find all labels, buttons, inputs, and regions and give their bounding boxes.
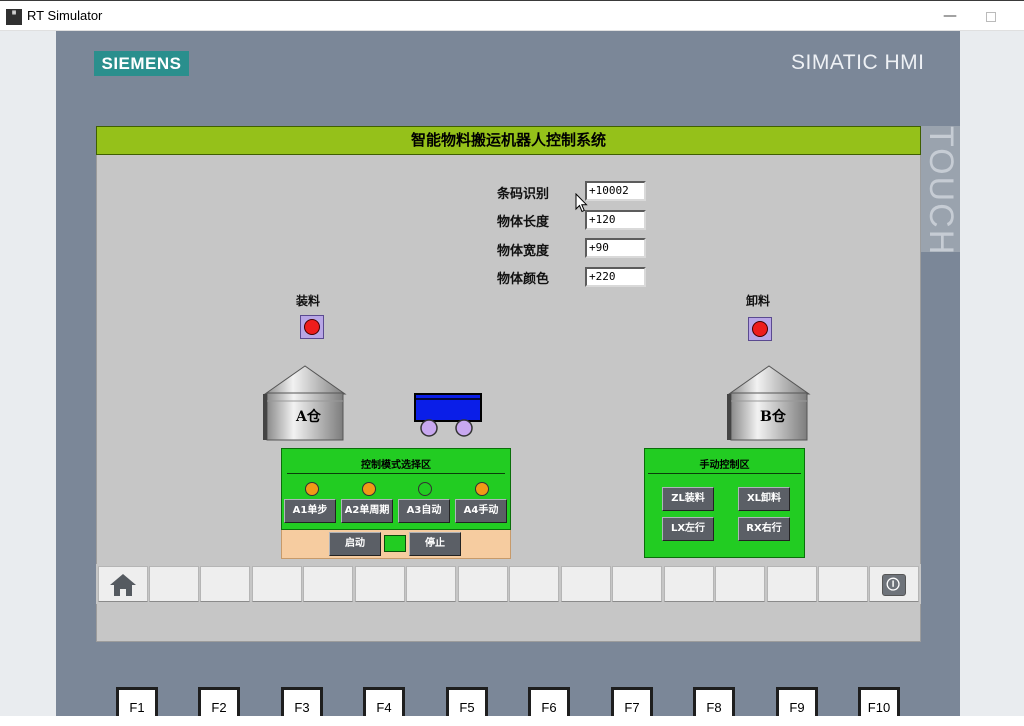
softkey-12[interactable]	[664, 566, 714, 602]
a3-auto-button[interactable]: A3自动	[398, 499, 450, 523]
softkey-4[interactable]	[252, 566, 302, 602]
function-key-f7[interactable]: F7	[611, 687, 653, 716]
mode-lamp-a2	[362, 482, 376, 496]
barcode-field[interactable]: +10002	[585, 181, 646, 201]
function-key-f3[interactable]: F3	[281, 687, 323, 716]
transport-cart-icon	[414, 393, 482, 437]
silo-a-label: A仓	[296, 409, 321, 425]
length-field[interactable]: +120	[585, 210, 646, 230]
a1-single-step-button[interactable]: A1单步	[284, 499, 336, 523]
softkey-3[interactable]	[200, 566, 250, 602]
power-icon	[882, 574, 906, 596]
minimize-button[interactable]: —	[936, 8, 964, 26]
load-indicator	[300, 315, 324, 339]
softkey-11[interactable]	[612, 566, 662, 602]
function-key-f8[interactable]: F8	[693, 687, 735, 716]
home-icon	[110, 574, 136, 596]
softkey-5[interactable]	[303, 566, 353, 602]
touch-label: TOUCH	[922, 126, 960, 257]
control-mode-divider	[287, 473, 505, 474]
manual-control-divider	[648, 473, 801, 474]
function-key-f2[interactable]: F2	[198, 687, 240, 716]
softkey-9[interactable]	[509, 566, 559, 602]
a2-single-cycle-button[interactable]: A2单周期	[341, 499, 393, 523]
panel-bezel-left	[0, 31, 56, 716]
rx-move-right-button[interactable]: RX右行	[738, 517, 790, 541]
unload-lamp-label: 卸料	[746, 294, 771, 308]
panel-bezel-right	[960, 31, 1024, 716]
power-softkey[interactable]	[869, 566, 919, 602]
mode-lamp-a3	[418, 482, 432, 496]
softkey-13[interactable]	[715, 566, 765, 602]
softkey-2[interactable]	[149, 566, 199, 602]
function-key-f1[interactable]: F1	[116, 687, 158, 716]
width-label: 物体宽度	[497, 244, 550, 259]
simatic-hmi-label: SIMATIC HMI	[791, 51, 925, 74]
mouse-cursor-icon	[575, 193, 588, 213]
a4-manual-button[interactable]: A4手动	[455, 499, 507, 523]
silo-a-icon	[263, 365, 347, 441]
app-icon: ▦	[6, 9, 22, 25]
color-label: 物体颜色	[497, 272, 550, 287]
softkey-14[interactable]	[767, 566, 817, 602]
run-status-indicator	[384, 535, 406, 552]
window-titlebar: ▦ RT Simulator —	[0, 0, 1024, 31]
maximize-button[interactable]	[986, 12, 996, 22]
mode-lamp-a4	[475, 482, 489, 496]
width-field[interactable]: +90	[585, 238, 646, 258]
function-key-f4[interactable]: F4	[363, 687, 405, 716]
softkey-7[interactable]	[406, 566, 456, 602]
softkey-8[interactable]	[458, 566, 508, 602]
unload-indicator-light	[752, 321, 768, 337]
length-label: 物体长度	[497, 215, 550, 230]
silo-b-label: B仓	[760, 409, 786, 425]
softkey-15[interactable]	[818, 566, 868, 602]
softkey-10[interactable]	[561, 566, 611, 602]
unload-indicator	[748, 317, 772, 341]
start-button[interactable]: 启动	[329, 532, 381, 556]
zl-load-button[interactable]: ZL装料	[662, 487, 714, 511]
load-indicator-light	[304, 319, 320, 335]
control-mode-title: 控制模式选择区	[361, 460, 431, 471]
mode-lamp-a1	[305, 482, 319, 496]
color-field[interactable]: +220	[585, 267, 646, 287]
home-softkey[interactable]	[98, 566, 148, 602]
function-key-f10[interactable]: F10	[858, 687, 900, 716]
manual-control-title: 手动控制区	[699, 460, 750, 471]
stop-button[interactable]: 停止	[409, 532, 461, 556]
function-key-f9[interactable]: F9	[776, 687, 818, 716]
function-key-f6[interactable]: F6	[528, 687, 570, 716]
window-title: RT Simulator	[27, 8, 103, 23]
softkey-6[interactable]	[355, 566, 405, 602]
screen-title: 智能物料搬运机器人控制系统	[96, 126, 921, 155]
silo-b-icon	[727, 365, 811, 441]
xl-unload-button[interactable]: XL卸料	[738, 487, 790, 511]
function-key-f5[interactable]: F5	[446, 687, 488, 716]
barcode-label: 条码识别	[497, 187, 550, 202]
load-lamp-label: 装料	[296, 294, 321, 308]
siemens-logo: SIEMENS	[94, 51, 189, 76]
lx-move-left-button[interactable]: LX左行	[662, 517, 714, 541]
